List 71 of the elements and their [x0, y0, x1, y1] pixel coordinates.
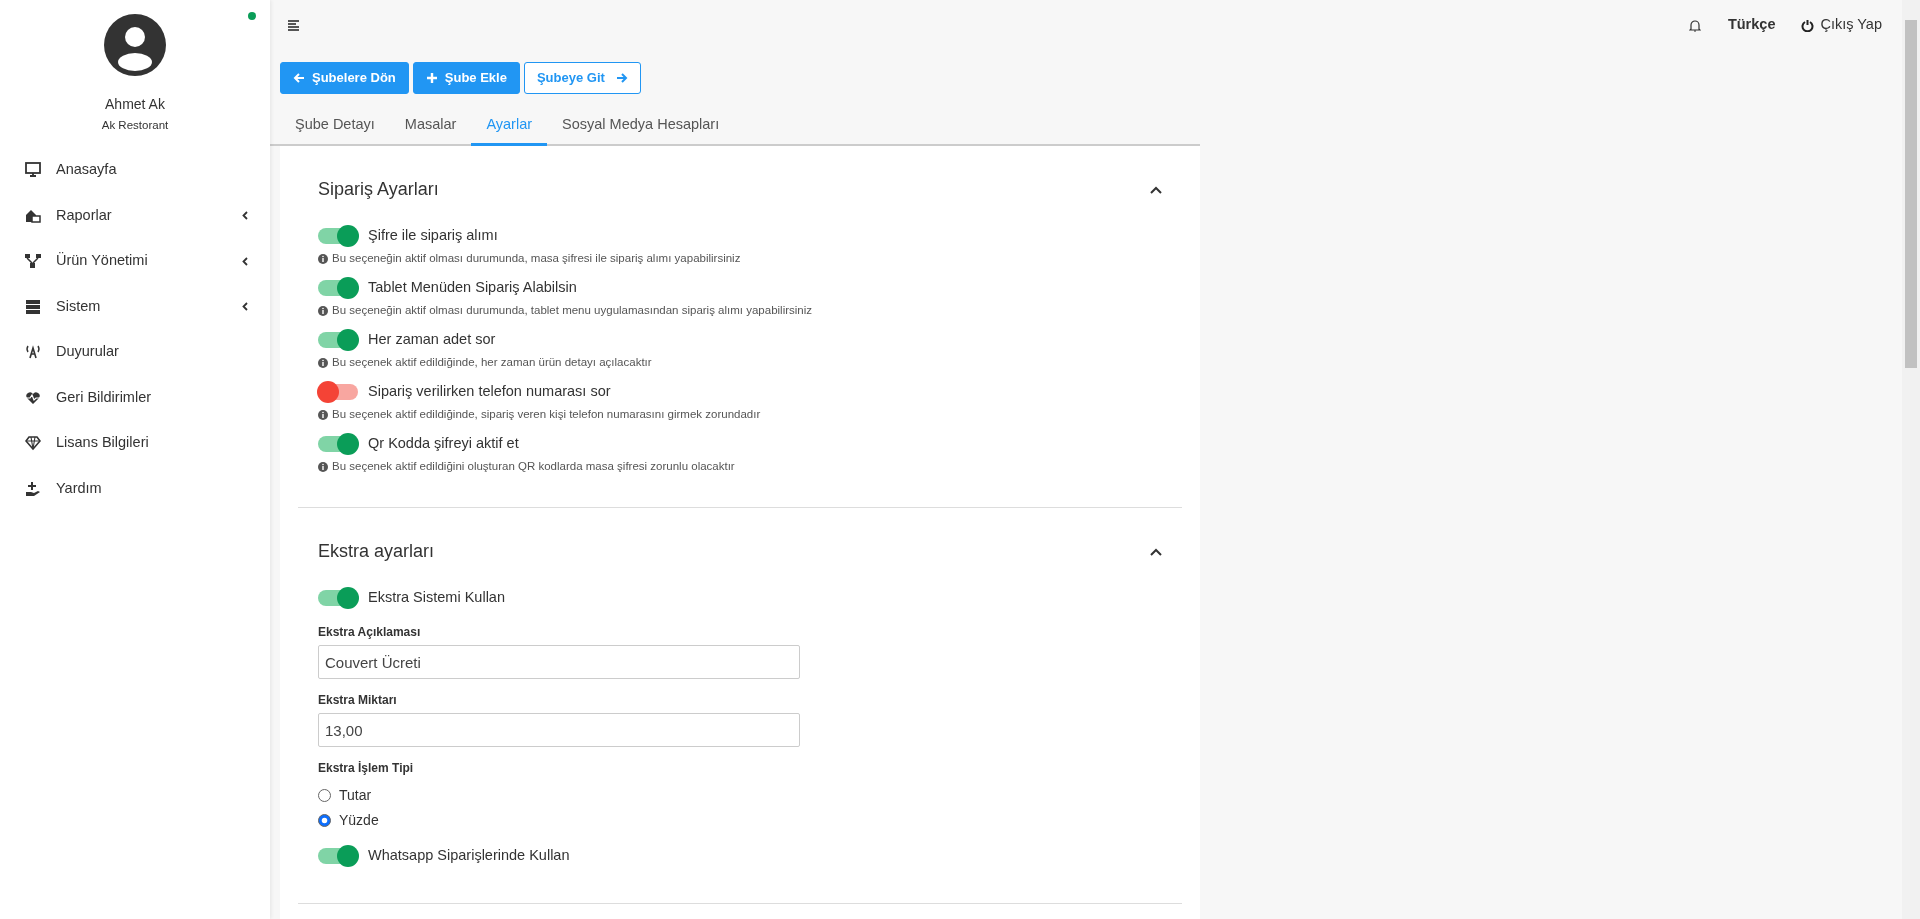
hint-text: Bu seçenek aktif edildiğini oluşturan QR kodlarda masa şifresi zorunlu olacaktır	[332, 459, 735, 474]
radio-label: Tutar	[339, 786, 372, 805]
chevron-left-icon	[242, 211, 248, 220]
sidebar-item[interactable]: Raporlar	[0, 192, 270, 239]
toggle-switch[interactable]	[318, 436, 358, 453]
hint-text: Bu seçenek aktif edildiğinde, sipariş veren kişi telefon numarasını girmek zorundadır	[332, 407, 761, 422]
power-icon	[1801, 18, 1815, 32]
sidebar-item[interactable]: Duyurular	[0, 329, 270, 375]
antenna-icon	[25, 344, 41, 360]
bell-icon[interactable]	[1688, 18, 1701, 32]
language-link[interactable]: Türkçe	[1727, 14, 1776, 36]
chevron-up-icon[interactable]	[1150, 547, 1162, 556]
radio-button[interactable]	[318, 789, 331, 802]
field-label: Ekstra Açıklaması	[318, 624, 422, 641]
diamond-icon	[25, 435, 41, 451]
switch-label: Whatsapp Siparişlerinde Kullan	[368, 846, 570, 865]
tab[interactable]: Şube Detayı	[280, 105, 390, 147]
toggle-switch[interactable]	[318, 847, 358, 864]
switch-label: Ekstra Sistemi Kullan	[368, 588, 505, 608]
hint-text: Bu seçenek aktif edildiğinde, her zaman ürün detayı açılacaktır	[332, 355, 652, 370]
sidebar-item[interactable]: Geri Bildirimler	[0, 374, 270, 421]
company-name: Ak Restorant	[100, 118, 170, 133]
info-icon	[318, 253, 328, 264]
sitemap-icon	[25, 253, 41, 269]
heartbeat-icon	[25, 389, 41, 406]
field-label: Ekstra Miktarı	[318, 692, 398, 709]
toggle-switch[interactable]	[318, 280, 358, 297]
tab[interactable]: Masalar	[389, 105, 472, 147]
sidebar-item[interactable]: Ürün Yönetimi	[0, 238, 270, 284]
info-icon	[318, 357, 328, 368]
arrow-left-icon	[293, 71, 305, 84]
switch-label: Qr Kodda şifreyi aktif et	[368, 434, 519, 454]
plus-icon	[425, 71, 438, 84]
toggle-switch[interactable]	[318, 384, 358, 401]
avatar-icon	[104, 14, 166, 76]
hint-text: Bu seçeneğin aktif olması durumunda, tablet menu uygulamasından sipariş alımı yapabilirsiniz	[332, 303, 813, 318]
input-field[interactable]: 13,00	[318, 713, 800, 747]
switch-label: Şifre ile sipariş alımı	[368, 226, 498, 246]
arrow-right-icon	[615, 71, 628, 84]
toggle-switch[interactable]	[318, 590, 358, 607]
sidebar-item[interactable]: Lisans Bilgileri	[0, 420, 270, 466]
radio-button[interactable]	[318, 814, 331, 827]
chevron-up-icon[interactable]	[1150, 185, 1162, 194]
tab[interactable]: Sosyal Medya Hesapları	[547, 105, 735, 147]
section-title: Sipariş Ayarları	[318, 178, 439, 202]
field-label: Ekstra İşlem Tipi	[318, 760, 415, 777]
toggle-switch[interactable]	[318, 332, 358, 349]
info-icon	[318, 461, 328, 472]
sidebar-item[interactable]: Anasayfa	[0, 147, 270, 193]
server-icon	[25, 298, 41, 315]
chevron-left-icon	[242, 302, 248, 311]
scrollbar[interactable]	[1902, 0, 1920, 919]
sidebar-item[interactable]: Sistem	[0, 283, 270, 330]
hand-plus-icon	[25, 480, 41, 497]
section-title: Ekstra ayarları	[318, 540, 435, 564]
monitor-icon	[25, 162, 41, 178]
hint-text: Bu seçeneğin aktif olması durumunda, masa şifresi ile sipariş alımı yapabilirsiniz	[332, 251, 741, 266]
input-field[interactable]: Couvert Ücreti	[318, 645, 800, 679]
switch-label: Her zaman adet sor	[368, 330, 496, 350]
chevron-left-icon	[242, 256, 248, 266]
switch-label: Tablet Menüden Sipariş Alabilsin	[368, 278, 577, 298]
house-icon	[25, 207, 41, 224]
menu-icon[interactable]	[288, 19, 300, 31]
logout-link[interactable]: Çıkış Yap	[1801, 14, 1882, 36]
info-icon	[318, 305, 328, 316]
sidebar-item[interactable]: Yardım	[0, 465, 270, 512]
user-name: Ahmet Ak	[104, 95, 166, 114]
switch-label: Sipariş verilirken telefon numarası sor	[368, 382, 611, 402]
radio-label: Yüzde	[339, 811, 379, 830]
info-icon	[318, 409, 328, 420]
toggle-switch[interactable]	[318, 228, 358, 245]
